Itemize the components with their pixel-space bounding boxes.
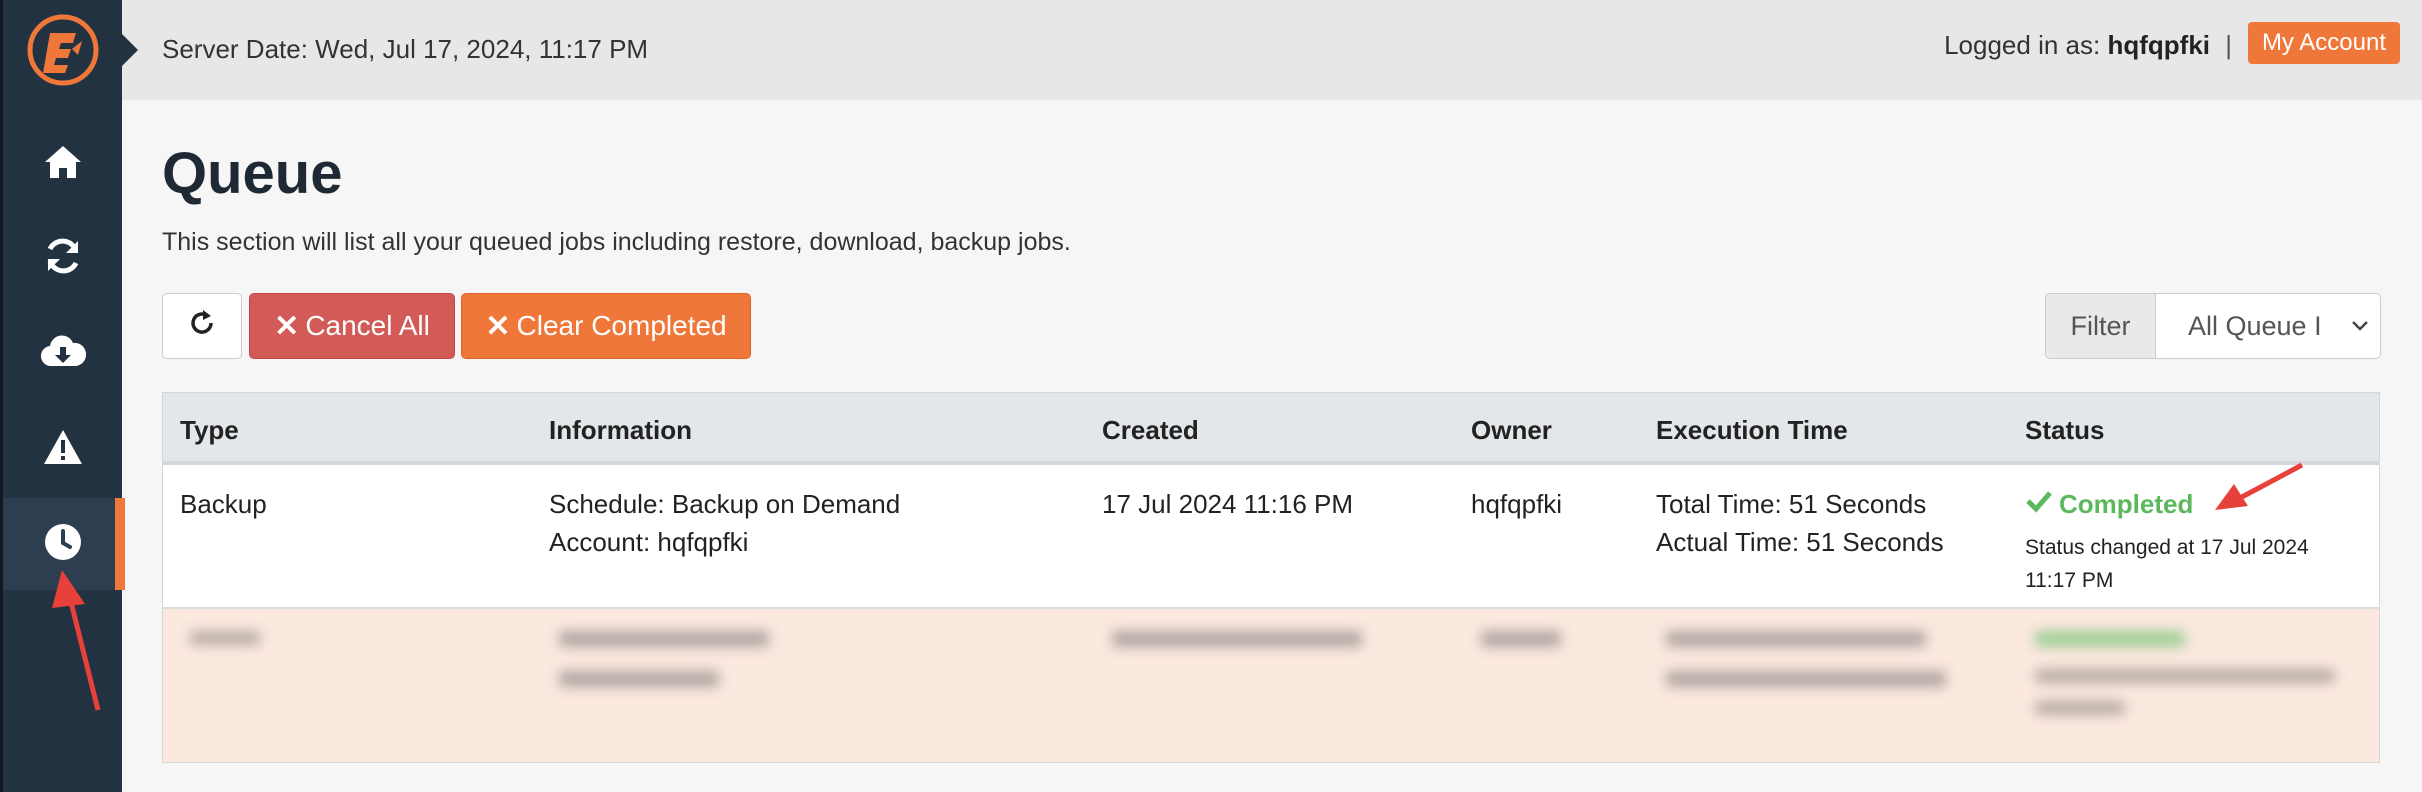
table-row-blurred[interactable]	[163, 609, 2379, 762]
logged-in-info: Logged in as: hqfqpfki |	[1944, 30, 2232, 61]
warning-icon	[42, 428, 84, 471]
cloud-download-icon	[40, 334, 86, 375]
status-detail: Status changed at 17 Jul 2024 11:17 PM	[2025, 536, 2309, 592]
sidebar-item-sync[interactable]	[3, 212, 122, 304]
clock-icon	[43, 522, 83, 567]
cell-owner: hqfqpfki	[1471, 489, 1563, 519]
cell-type: Backup	[180, 489, 267, 519]
column-header-execution-time: Execution Time	[1656, 415, 1848, 445]
filter-group: Filter All Queue I	[2045, 293, 2381, 359]
table-row[interactable]: Backup Schedule: Backup on Demand Accoun…	[163, 465, 2379, 609]
my-account-button[interactable]: My Account	[2247, 22, 2400, 64]
column-header-owner: Owner	[1471, 415, 1552, 445]
column-header-information: Information	[549, 415, 692, 445]
filter-label: Filter	[2045, 293, 2155, 359]
clear-completed-label: Clear Completed	[516, 310, 727, 341]
column-header-status: Status	[2025, 415, 2105, 445]
sidebar-item-download[interactable]	[3, 308, 122, 400]
refresh-icon	[187, 308, 217, 345]
filter-selected-value: All Queue I	[2188, 310, 2322, 341]
logged-in-prefix: Logged in as:	[1944, 30, 2101, 60]
cell-execution-time: Total Time: 51 Seconds Actual Time: 51 S…	[1656, 485, 1944, 561]
sidebar	[0, 0, 125, 792]
sidebar-item-alerts[interactable]	[3, 403, 122, 495]
clear-completed-button[interactable]: ✕ Clear Completed	[461, 293, 751, 359]
cancel-all-label: Cancel All	[305, 310, 430, 341]
sidebar-item-queue[interactable]	[3, 498, 125, 590]
exec-actual-time: Actual Time: 51 Seconds	[1656, 527, 1944, 557]
sidebar-item-home[interactable]	[3, 118, 122, 210]
info-account: Account: hqfqpfki	[549, 527, 749, 557]
close-icon: ✕	[485, 309, 511, 343]
top-bar: Server Date: Wed, Jul 17, 2024, 11:17 PM…	[122, 0, 2422, 100]
refresh-button[interactable]	[162, 293, 242, 359]
chevron-down-icon	[2350, 312, 2370, 347]
column-header-type: Type	[180, 415, 239, 445]
info-schedule: Schedule: Backup on Demand	[549, 489, 901, 519]
brand-logo-icon[interactable]	[3, 0, 122, 100]
server-date: Server Date: Wed, Jul 17, 2024, 11:17 PM	[162, 34, 649, 64]
app-root: Server Date: Wed, Jul 17, 2024, 11:17 PM…	[0, 0, 2422, 792]
page-description: This section will list all your queued j…	[162, 228, 1071, 256]
exec-total-time: Total Time: 51 Seconds	[1656, 489, 1927, 519]
cell-created: 17 Jul 2024 11:16 PM	[1102, 489, 1354, 519]
status-badge: Completed	[2025, 485, 2345, 523]
close-icon: ✕	[274, 309, 300, 343]
cell-status: Completed Status changed at 17 Jul 2024 …	[2025, 485, 2345, 597]
column-header-created: Created	[1102, 415, 1199, 445]
cell-information: Schedule: Backup on Demand Account: hqfq…	[549, 485, 900, 561]
refresh-icon	[43, 236, 83, 281]
table-header: Type Information Created Owner Execution…	[163, 393, 2379, 465]
filter-select[interactable]: All Queue I	[2155, 293, 2381, 359]
cancel-all-button[interactable]: ✕ Cancel All	[249, 293, 455, 359]
separator: |	[2225, 30, 2232, 60]
checkmark-icon	[2025, 485, 2059, 523]
home-icon	[43, 144, 83, 185]
topbar-notch	[122, 34, 138, 66]
queue-table: Type Information Created Owner Execution…	[162, 392, 2380, 763]
logged-in-username: hqfqpfki	[2107, 30, 2210, 60]
page-title: Queue	[162, 141, 343, 206]
status-text: Completed	[2059, 489, 2194, 519]
